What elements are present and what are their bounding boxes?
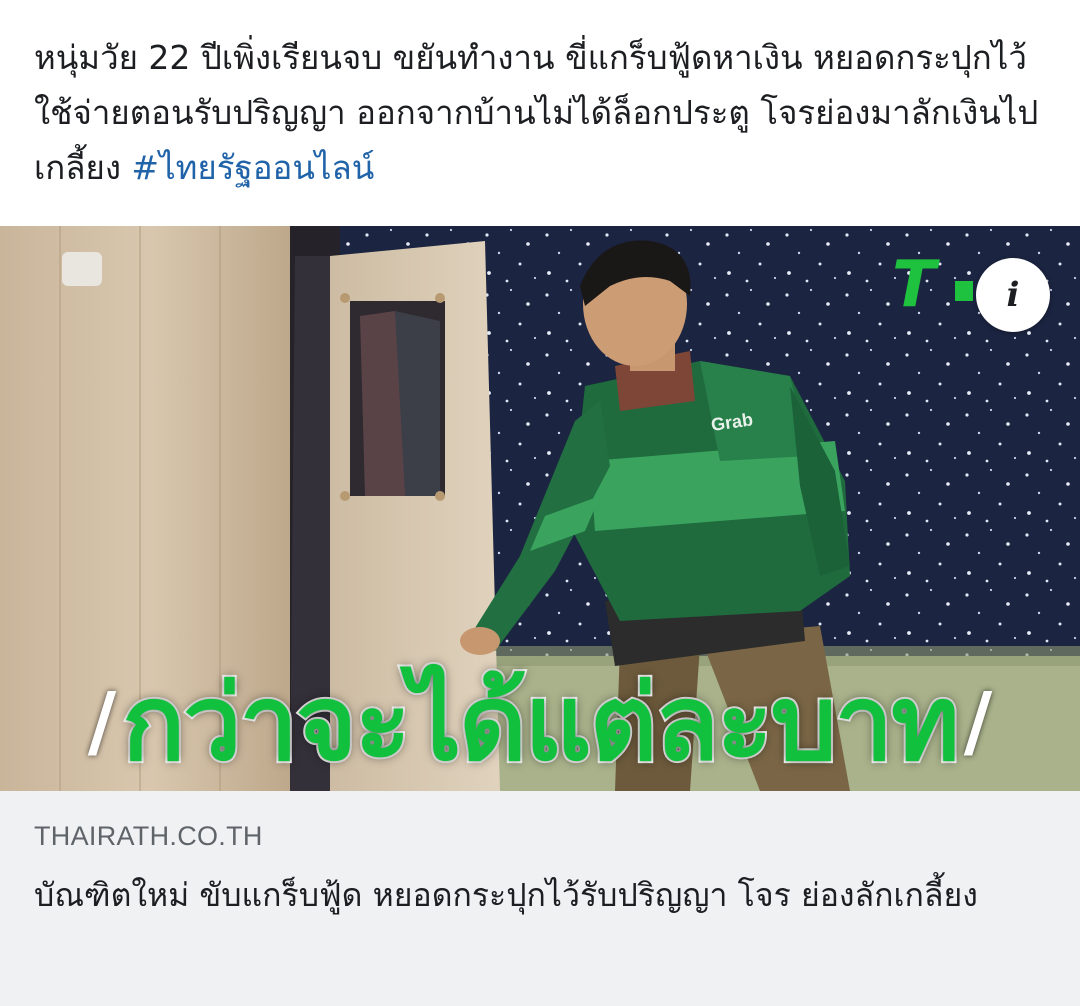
hashtag-link[interactable]: #ไทยรัฐออนไลน์ xyxy=(131,148,374,187)
photo-illustration: Grab T xyxy=(0,226,1080,791)
info-button[interactable]: i xyxy=(976,258,1050,332)
post-image[interactable]: Grab T xyxy=(0,226,1080,791)
thairath-logo: T xyxy=(892,248,940,322)
post-text: หนุ่มวัย 22 ปีเพิ่งเรียนจบ ขยันทำงาน ขี่… xyxy=(34,30,1054,195)
link-title: บัณฑิตใหม่ ขับแกร็บฟู้ด หยอดกระปุกไว้รับ… xyxy=(34,876,978,914)
link-domain: THAIRATH.CO.TH xyxy=(34,821,263,851)
link-preview-card[interactable]: THAIRATH.CO.TH บัณฑิตใหม่ ขับแกร็บฟู้ด ห… xyxy=(0,791,1080,1006)
info-icon: i xyxy=(1006,275,1020,315)
